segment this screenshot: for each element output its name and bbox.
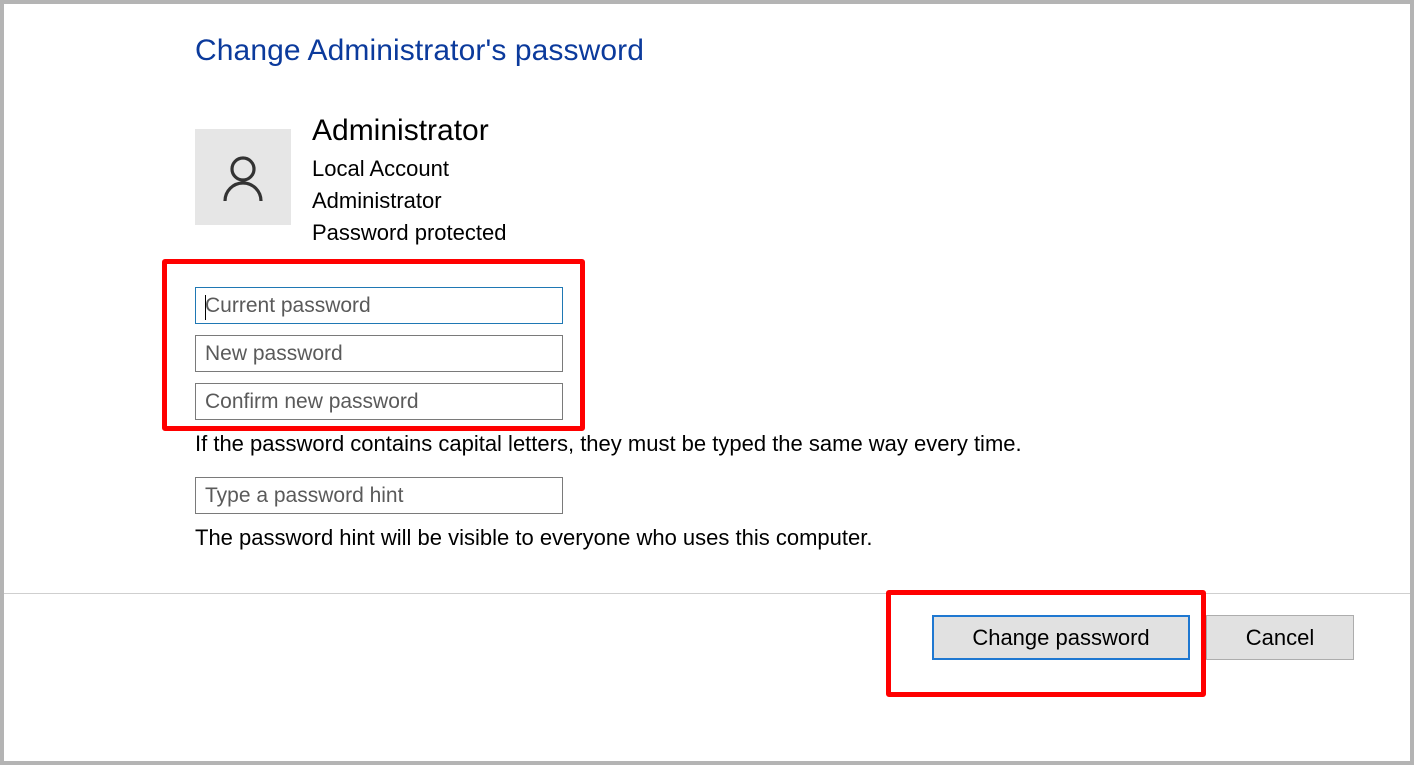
cancel-button[interactable]: Cancel xyxy=(1206,615,1354,660)
avatar xyxy=(195,129,291,225)
password-hint-input[interactable] xyxy=(195,477,563,514)
account-type: Local Account xyxy=(312,156,449,181)
text-caret xyxy=(205,295,206,320)
account-status: Password protected xyxy=(312,220,507,245)
change-password-page: Change Administrator's password Administ… xyxy=(4,4,1410,761)
account-name: Administrator xyxy=(312,114,489,147)
page-title: Change Administrator's password xyxy=(195,34,645,67)
new-password-input[interactable] xyxy=(195,335,563,372)
change-password-button[interactable]: Change password xyxy=(932,615,1190,660)
account-role: Administrator xyxy=(312,188,442,213)
current-password-input[interactable] xyxy=(195,287,563,324)
confirm-password-input[interactable] xyxy=(195,383,563,420)
user-icon xyxy=(223,156,263,201)
divider xyxy=(4,593,1410,594)
hint-note: The password hint will be visible to eve… xyxy=(195,525,873,550)
caps-note: If the password contains capital letters… xyxy=(195,431,1022,456)
